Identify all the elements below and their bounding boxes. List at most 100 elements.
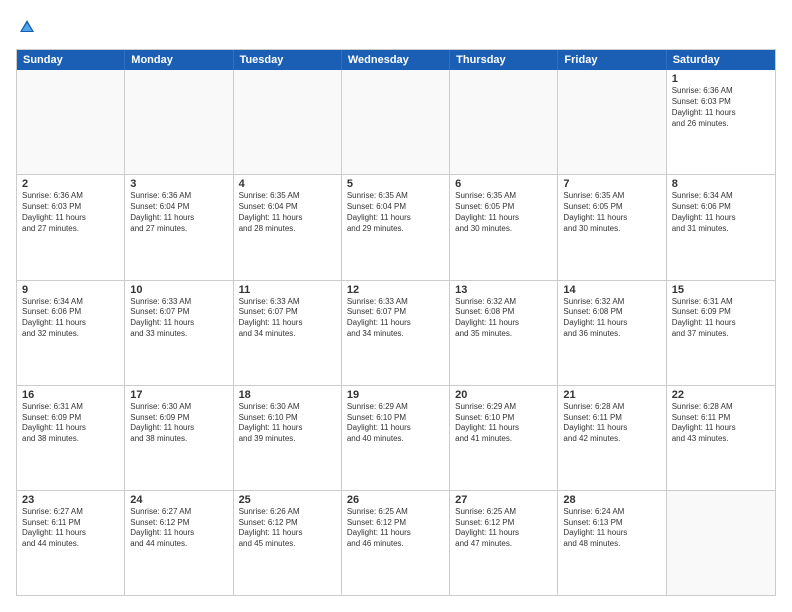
day-info: Sunrise: 6:28 AM Sunset: 6:11 PM Dayligh…	[563, 402, 660, 445]
calendar-cell: 27Sunrise: 6:25 AM Sunset: 6:12 PM Dayli…	[450, 491, 558, 595]
calendar-header: SundayMondayTuesdayWednesdayThursdayFrid…	[17, 50, 775, 70]
calendar-cell: 15Sunrise: 6:31 AM Sunset: 6:09 PM Dayli…	[667, 281, 775, 385]
calendar-cell: 21Sunrise: 6:28 AM Sunset: 6:11 PM Dayli…	[558, 386, 666, 490]
calendar-cell: 24Sunrise: 6:27 AM Sunset: 6:12 PM Dayli…	[125, 491, 233, 595]
calendar-cell: 25Sunrise: 6:26 AM Sunset: 6:12 PM Dayli…	[234, 491, 342, 595]
calendar-cell: 17Sunrise: 6:30 AM Sunset: 6:09 PM Dayli…	[125, 386, 233, 490]
calendar-cell: 26Sunrise: 6:25 AM Sunset: 6:12 PM Dayli…	[342, 491, 450, 595]
day-number: 21	[563, 389, 660, 401]
calendar-cell: 2Sunrise: 6:36 AM Sunset: 6:03 PM Daylig…	[17, 175, 125, 279]
day-number: 23	[22, 494, 119, 506]
day-number: 28	[563, 494, 660, 506]
calendar-cell: 12Sunrise: 6:33 AM Sunset: 6:07 PM Dayli…	[342, 281, 450, 385]
day-info: Sunrise: 6:34 AM Sunset: 6:06 PM Dayligh…	[672, 191, 770, 234]
day-info: Sunrise: 6:32 AM Sunset: 6:08 PM Dayligh…	[455, 297, 552, 340]
header	[16, 16, 776, 41]
day-info: Sunrise: 6:35 AM Sunset: 6:04 PM Dayligh…	[239, 191, 336, 234]
day-number: 12	[347, 284, 444, 296]
calendar-cell: 5Sunrise: 6:35 AM Sunset: 6:04 PM Daylig…	[342, 175, 450, 279]
weekday-header: Thursday	[450, 50, 558, 70]
day-info: Sunrise: 6:32 AM Sunset: 6:08 PM Dayligh…	[563, 297, 660, 340]
calendar-cell	[667, 491, 775, 595]
calendar-cell: 9Sunrise: 6:34 AM Sunset: 6:06 PM Daylig…	[17, 281, 125, 385]
day-number: 8	[672, 178, 770, 190]
page: SundayMondayTuesdayWednesdayThursdayFrid…	[0, 0, 792, 612]
day-info: Sunrise: 6:34 AM Sunset: 6:06 PM Dayligh…	[22, 297, 119, 340]
calendar-cell: 4Sunrise: 6:35 AM Sunset: 6:04 PM Daylig…	[234, 175, 342, 279]
day-number: 16	[22, 389, 119, 401]
weekday-header: Friday	[558, 50, 666, 70]
calendar-cell	[234, 70, 342, 174]
calendar-cell: 28Sunrise: 6:24 AM Sunset: 6:13 PM Dayli…	[558, 491, 666, 595]
calendar-row: 9Sunrise: 6:34 AM Sunset: 6:06 PM Daylig…	[17, 280, 775, 385]
day-number: 10	[130, 284, 227, 296]
day-info: Sunrise: 6:27 AM Sunset: 6:12 PM Dayligh…	[130, 507, 227, 550]
day-info: Sunrise: 6:36 AM Sunset: 6:03 PM Dayligh…	[22, 191, 119, 234]
calendar-cell: 7Sunrise: 6:35 AM Sunset: 6:05 PM Daylig…	[558, 175, 666, 279]
calendar-cell: 18Sunrise: 6:30 AM Sunset: 6:10 PM Dayli…	[234, 386, 342, 490]
calendar-cell	[450, 70, 558, 174]
weekday-header: Saturday	[667, 50, 775, 70]
calendar: SundayMondayTuesdayWednesdayThursdayFrid…	[16, 49, 776, 596]
day-number: 5	[347, 178, 444, 190]
day-info: Sunrise: 6:33 AM Sunset: 6:07 PM Dayligh…	[130, 297, 227, 340]
calendar-cell	[558, 70, 666, 174]
weekday-header: Sunday	[17, 50, 125, 70]
logo	[16, 16, 38, 41]
day-info: Sunrise: 6:33 AM Sunset: 6:07 PM Dayligh…	[347, 297, 444, 340]
day-number: 26	[347, 494, 444, 506]
day-info: Sunrise: 6:36 AM Sunset: 6:03 PM Dayligh…	[672, 86, 770, 129]
day-info: Sunrise: 6:30 AM Sunset: 6:10 PM Dayligh…	[239, 402, 336, 445]
calendar-cell: 19Sunrise: 6:29 AM Sunset: 6:10 PM Dayli…	[342, 386, 450, 490]
day-number: 2	[22, 178, 119, 190]
calendar-cell	[125, 70, 233, 174]
day-number: 3	[130, 178, 227, 190]
day-number: 7	[563, 178, 660, 190]
day-number: 1	[672, 73, 770, 85]
calendar-row: 1Sunrise: 6:36 AM Sunset: 6:03 PM Daylig…	[17, 70, 775, 174]
day-info: Sunrise: 6:35 AM Sunset: 6:04 PM Dayligh…	[347, 191, 444, 234]
weekday-header: Wednesday	[342, 50, 450, 70]
day-number: 4	[239, 178, 336, 190]
day-info: Sunrise: 6:33 AM Sunset: 6:07 PM Dayligh…	[239, 297, 336, 340]
day-number: 19	[347, 389, 444, 401]
day-info: Sunrise: 6:36 AM Sunset: 6:04 PM Dayligh…	[130, 191, 227, 234]
calendar-row: 23Sunrise: 6:27 AM Sunset: 6:11 PM Dayli…	[17, 490, 775, 595]
calendar-row: 2Sunrise: 6:36 AM Sunset: 6:03 PM Daylig…	[17, 174, 775, 279]
calendar-row: 16Sunrise: 6:31 AM Sunset: 6:09 PM Dayli…	[17, 385, 775, 490]
day-info: Sunrise: 6:35 AM Sunset: 6:05 PM Dayligh…	[563, 191, 660, 234]
day-info: Sunrise: 6:29 AM Sunset: 6:10 PM Dayligh…	[455, 402, 552, 445]
logo-icon	[18, 17, 36, 41]
day-info: Sunrise: 6:25 AM Sunset: 6:12 PM Dayligh…	[347, 507, 444, 550]
calendar-cell: 6Sunrise: 6:35 AM Sunset: 6:05 PM Daylig…	[450, 175, 558, 279]
calendar-cell: 3Sunrise: 6:36 AM Sunset: 6:04 PM Daylig…	[125, 175, 233, 279]
weekday-header: Tuesday	[234, 50, 342, 70]
day-number: 17	[130, 389, 227, 401]
day-info: Sunrise: 6:26 AM Sunset: 6:12 PM Dayligh…	[239, 507, 336, 550]
day-number: 14	[563, 284, 660, 296]
day-number: 18	[239, 389, 336, 401]
calendar-cell: 22Sunrise: 6:28 AM Sunset: 6:11 PM Dayli…	[667, 386, 775, 490]
day-number: 15	[672, 284, 770, 296]
calendar-body: 1Sunrise: 6:36 AM Sunset: 6:03 PM Daylig…	[17, 70, 775, 595]
calendar-cell: 23Sunrise: 6:27 AM Sunset: 6:11 PM Dayli…	[17, 491, 125, 595]
day-info: Sunrise: 6:24 AM Sunset: 6:13 PM Dayligh…	[563, 507, 660, 550]
day-info: Sunrise: 6:28 AM Sunset: 6:11 PM Dayligh…	[672, 402, 770, 445]
calendar-cell	[342, 70, 450, 174]
day-number: 24	[130, 494, 227, 506]
calendar-cell: 13Sunrise: 6:32 AM Sunset: 6:08 PM Dayli…	[450, 281, 558, 385]
day-info: Sunrise: 6:25 AM Sunset: 6:12 PM Dayligh…	[455, 507, 552, 550]
day-number: 20	[455, 389, 552, 401]
day-number: 11	[239, 284, 336, 296]
calendar-cell: 10Sunrise: 6:33 AM Sunset: 6:07 PM Dayli…	[125, 281, 233, 385]
calendar-cell: 1Sunrise: 6:36 AM Sunset: 6:03 PM Daylig…	[667, 70, 775, 174]
day-number: 9	[22, 284, 119, 296]
calendar-cell	[17, 70, 125, 174]
calendar-cell: 20Sunrise: 6:29 AM Sunset: 6:10 PM Dayli…	[450, 386, 558, 490]
day-number: 13	[455, 284, 552, 296]
day-number: 22	[672, 389, 770, 401]
day-info: Sunrise: 6:29 AM Sunset: 6:10 PM Dayligh…	[347, 402, 444, 445]
weekday-header: Monday	[125, 50, 233, 70]
day-info: Sunrise: 6:31 AM Sunset: 6:09 PM Dayligh…	[672, 297, 770, 340]
day-info: Sunrise: 6:27 AM Sunset: 6:11 PM Dayligh…	[22, 507, 119, 550]
